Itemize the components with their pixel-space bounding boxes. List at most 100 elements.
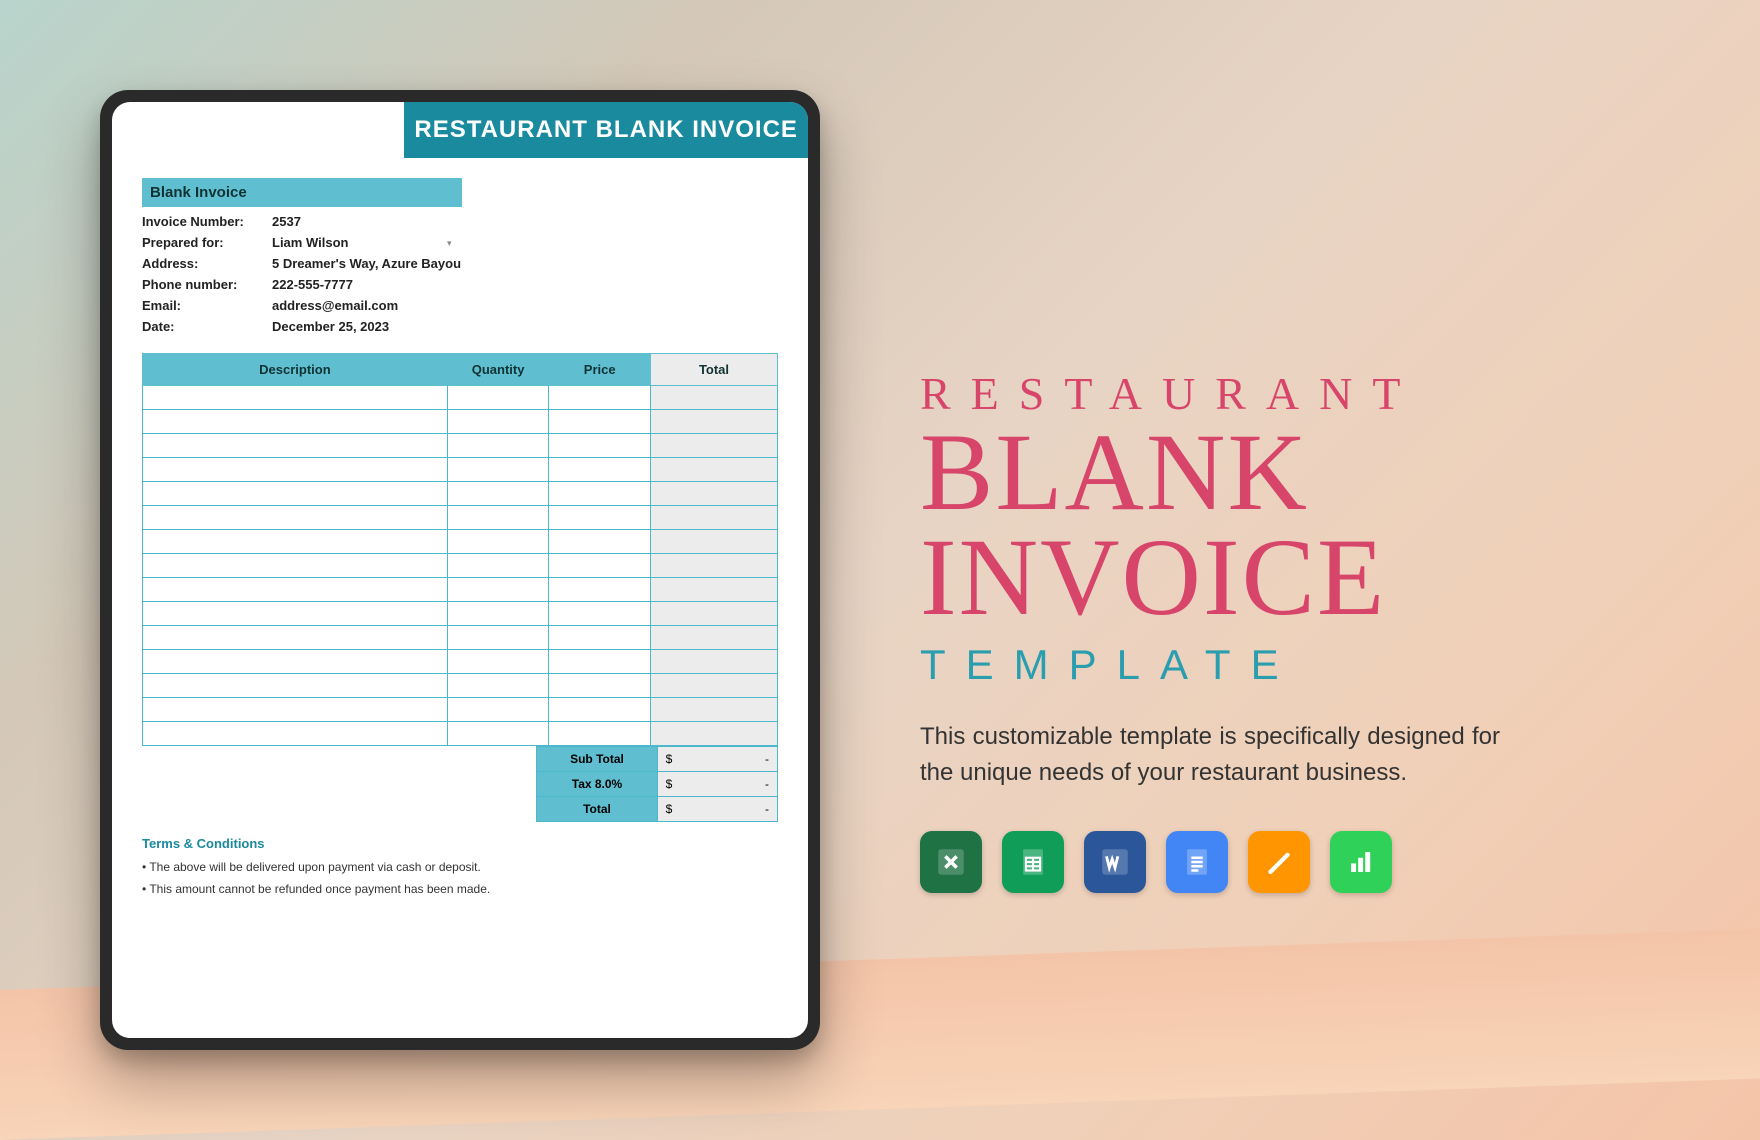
table-row[interactable] — [143, 650, 778, 674]
table-cell[interactable] — [143, 554, 448, 578]
table-cell[interactable] — [549, 554, 651, 578]
table-row[interactable] — [143, 530, 778, 554]
table-cell[interactable] — [549, 674, 651, 698]
invoice-document: RESTAURANT BLANK INVOICE Blank Invoice I… — [112, 102, 808, 1038]
table-row[interactable] — [143, 626, 778, 650]
table-row[interactable] — [143, 674, 778, 698]
detail-row: Address:5 Dreamer's Way, Azure Bayou — [142, 253, 778, 274]
word-icon[interactable] — [1084, 831, 1146, 893]
table-cell[interactable] — [143, 410, 448, 434]
table-cell[interactable] — [549, 602, 651, 626]
summary-amount: $- — [657, 772, 777, 797]
table-cell[interactable] — [143, 602, 448, 626]
chevron-down-icon[interactable]: ▾ — [447, 238, 452, 249]
table-cell[interactable] — [549, 650, 651, 674]
table-cell[interactable] — [650, 578, 777, 602]
table-cell[interactable] — [447, 506, 549, 530]
table-cell[interactable] — [549, 482, 651, 506]
table-cell[interactable] — [549, 530, 651, 554]
table-cell[interactable] — [143, 386, 448, 410]
table-cell[interactable] — [447, 602, 549, 626]
table-cell[interactable] — [549, 434, 651, 458]
promo-panel: RESTAURANT BLANK INVOICE TEMPLATE This c… — [920, 247, 1660, 893]
table-cell[interactable] — [650, 626, 777, 650]
table-cell[interactable] — [650, 530, 777, 554]
table-cell[interactable] — [143, 650, 448, 674]
table-cell[interactable] — [447, 482, 549, 506]
table-cell[interactable] — [447, 530, 549, 554]
table-cell[interactable] — [549, 698, 651, 722]
detail-row: Email:address@email.com — [142, 295, 778, 316]
excel-icon[interactable] — [920, 831, 982, 893]
table-cell[interactable] — [650, 506, 777, 530]
table-row[interactable] — [143, 482, 778, 506]
table-row[interactable] — [143, 698, 778, 722]
table-cell[interactable] — [447, 458, 549, 482]
table-cell[interactable] — [447, 626, 549, 650]
table-cell[interactable] — [143, 458, 448, 482]
google-sheets-icon[interactable] — [1002, 831, 1064, 893]
table-cell[interactable] — [549, 386, 651, 410]
table-cell[interactable] — [143, 722, 448, 746]
table-row[interactable] — [143, 602, 778, 626]
table-row[interactable] — [143, 434, 778, 458]
detail-row: Phone number:222-555-7777 — [142, 274, 778, 295]
table-cell[interactable] — [650, 410, 777, 434]
table-cell[interactable] — [143, 578, 448, 602]
table-cell[interactable] — [549, 458, 651, 482]
summary-table: Sub Total$-Tax 8.0%$-Total$- — [536, 746, 778, 822]
table-cell[interactable] — [143, 434, 448, 458]
table-cell[interactable] — [447, 410, 549, 434]
table-cell[interactable] — [650, 698, 777, 722]
table-cell[interactable] — [143, 482, 448, 506]
detail-value[interactable]: Liam Wilson — [272, 235, 778, 250]
table-cell[interactable] — [650, 482, 777, 506]
table-row[interactable] — [143, 506, 778, 530]
detail-label: Address: — [142, 256, 272, 271]
table-cell[interactable] — [549, 578, 651, 602]
table-cell[interactable] — [447, 674, 549, 698]
table-cell[interactable] — [650, 722, 777, 746]
title-invoice: INVOICE — [920, 525, 1660, 630]
table-cell[interactable] — [447, 722, 549, 746]
table-cell[interactable] — [143, 698, 448, 722]
table-cell[interactable] — [447, 554, 549, 578]
table-cell[interactable] — [549, 722, 651, 746]
table-cell[interactable] — [447, 386, 549, 410]
table-cell[interactable] — [447, 578, 549, 602]
column-header: Total — [650, 354, 777, 386]
terms-heading: Terms & Conditions — [142, 836, 778, 851]
table-cell[interactable] — [650, 602, 777, 626]
table-row[interactable] — [143, 410, 778, 434]
table-row[interactable] — [143, 554, 778, 578]
table-cell[interactable] — [143, 674, 448, 698]
table-cell[interactable] — [650, 386, 777, 410]
table-cell[interactable] — [447, 650, 549, 674]
table-cell[interactable] — [143, 626, 448, 650]
google-docs-icon[interactable] — [1166, 831, 1228, 893]
promo-description: This customizable template is specifical… — [920, 719, 1500, 791]
detail-row: Invoice Number:2537 — [142, 211, 778, 232]
table-cell[interactable] — [143, 530, 448, 554]
title-blank: BLANK — [920, 420, 1660, 525]
table-cell[interactable] — [549, 626, 651, 650]
table-cell[interactable] — [650, 434, 777, 458]
table-cell[interactable] — [143, 506, 448, 530]
table-cell[interactable] — [447, 434, 549, 458]
table-row[interactable] — [143, 458, 778, 482]
detail-label: Phone number: — [142, 277, 272, 292]
table-cell[interactable] — [650, 674, 777, 698]
table-row[interactable] — [143, 386, 778, 410]
detail-label: Date: — [142, 319, 272, 334]
table-row[interactable] — [143, 722, 778, 746]
apple-pages-icon[interactable] — [1248, 831, 1310, 893]
table-cell[interactable] — [650, 458, 777, 482]
table-cell[interactable] — [549, 506, 651, 530]
summary-label: Total — [537, 797, 657, 822]
table-row[interactable] — [143, 578, 778, 602]
table-cell[interactable] — [549, 410, 651, 434]
apple-numbers-icon[interactable] — [1330, 831, 1392, 893]
table-cell[interactable] — [650, 650, 777, 674]
table-cell[interactable] — [447, 698, 549, 722]
table-cell[interactable] — [650, 554, 777, 578]
